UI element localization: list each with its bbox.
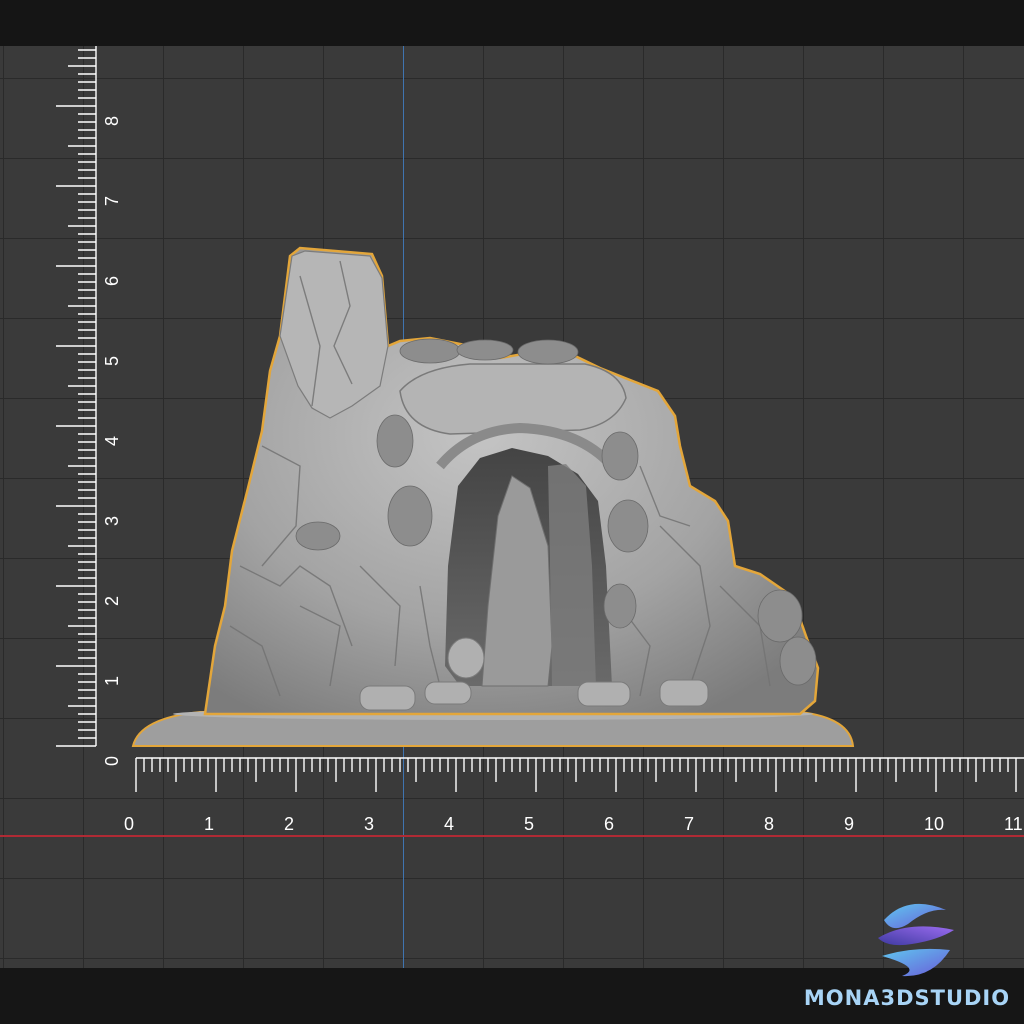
ruler-v-label: 8 <box>102 116 122 126</box>
ruler-vertical-labels: 0123456789 <box>102 116 122 766</box>
ruler-h-label: 6 <box>604 814 614 834</box>
ruler-v-label: 1 <box>102 676 122 686</box>
ruler-h-label: 5 <box>524 814 534 834</box>
ruler-v-label: 3 <box>102 516 122 526</box>
ruler-v-label: 5 <box>102 356 122 366</box>
brand-name: MONA3DSTUDIO <box>803 986 1011 1010</box>
ruler-horizontal-labels: 0 1 2 3 4 5 6 7 8 9 10 11 <box>124 814 1023 834</box>
ruler-h-label: 4 <box>444 814 454 834</box>
sphere-s-logo-icon <box>878 903 954 977</box>
ruler-v-label: 2 <box>102 596 122 606</box>
ruler-vertical <box>56 46 97 747</box>
ruler-v-label: 0 <box>102 756 122 766</box>
ruler-v-label: 4 <box>102 436 122 446</box>
brand-watermark: MONA3DSTUDIO <box>790 890 1024 1024</box>
rulers: 0 1 2 3 4 5 6 7 8 9 10 11 0 1 2 3 4 5 6 7 8 9 <box>56 46 1024 834</box>
ruler-h-label: 0 <box>124 814 134 834</box>
ruler-h-label: 2 <box>284 814 294 834</box>
ruler-h-label: 11 <box>1004 814 1023 834</box>
ruler-h-label: 1 <box>204 814 214 834</box>
ruler-v-label: 6 <box>102 276 122 286</box>
ruler-h-label: 8 <box>764 814 774 834</box>
ruler-horizontal <box>135 757 1024 792</box>
ruler-h-label: 3 <box>364 814 374 834</box>
ruler-h-label: 10 <box>924 814 944 834</box>
ruler-h-label: 9 <box>844 814 854 834</box>
3d-viewport[interactable]: 0 1 2 3 4 5 6 7 8 9 10 11 0 1 2 3 4 5 6 7 8 9 <box>0 46 1024 968</box>
ruler-h-label: 7 <box>684 814 694 834</box>
top-toolbar <box>0 0 1024 46</box>
ruler-v-label: 7 <box>102 196 122 206</box>
